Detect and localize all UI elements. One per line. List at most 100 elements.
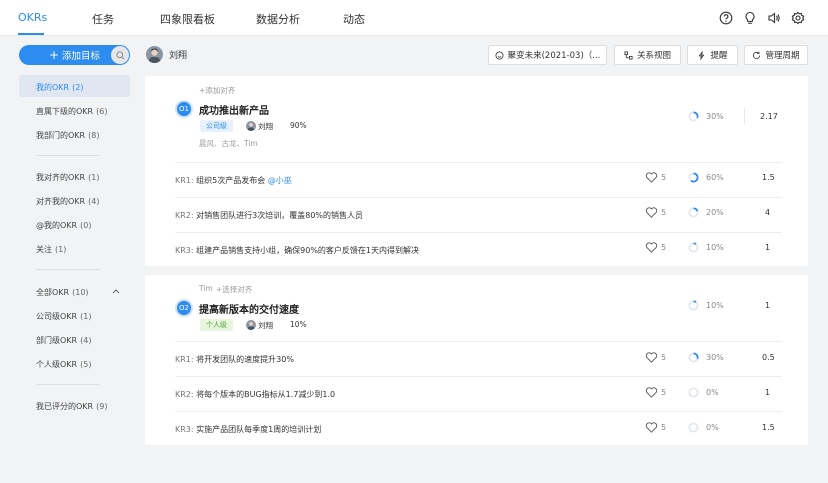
search-button[interactable] — [111, 46, 129, 64]
sidebar-item-following[interactable]: 关注 (1) — [36, 244, 66, 255]
bulb-icon[interactable] — [743, 11, 757, 25]
sidebar-item-dept-level-okr[interactable]: 部门级OKR (4) — [36, 335, 91, 346]
progress-ring — [688, 300, 699, 311]
owner-name: 刘翔 — [258, 122, 273, 131]
sidebar-divider — [36, 269, 100, 270]
add-align-link[interactable]: +添加对齐 — [199, 85, 235, 96]
like-heart-icon[interactable] — [645, 241, 658, 254]
like-count: 5 — [661, 243, 667, 252]
like-heart-icon[interactable] — [645, 171, 658, 184]
sidebar-divider — [36, 155, 100, 156]
owner-avatar — [246, 121, 256, 131]
sidebar-item-mentions[interactable]: @我的OKR (0) — [36, 220, 91, 231]
like-heart-icon[interactable] — [645, 206, 658, 219]
progress-ring — [688, 172, 699, 183]
nav-activity[interactable]: 动态 — [343, 11, 365, 27]
kr-score[interactable]: 1 — [765, 388, 770, 397]
owner-progress: 90% — [290, 121, 307, 130]
chevron-up-icon[interactable] — [112, 288, 120, 294]
kr-score[interactable]: 4 — [765, 208, 770, 217]
kr-score[interactable]: 0.5 — [762, 353, 775, 362]
objective-index-badge: O2 — [175, 299, 193, 317]
progress-ring-track — [688, 300, 699, 311]
relation-view-label: 关系视图 — [636, 51, 671, 61]
kr-progress: 20% — [706, 208, 724, 217]
avatar[interactable] — [146, 46, 163, 63]
cycle-select[interactable]: 聚变未来(2021-03)（... — [488, 45, 607, 65]
progress-ring — [688, 422, 699, 433]
kr-score[interactable]: 1.5 — [762, 173, 775, 182]
level-tag: 个人级 — [200, 319, 233, 331]
current-user: 刘翔 — [146, 46, 187, 63]
refresh-icon — [753, 51, 761, 59]
nav-tasks[interactable]: 任务 — [92, 11, 114, 27]
top-nav: OKRs 任务 四象限看板 数据分析 动态 — [0, 0, 828, 36]
kr-progress: 60% — [706, 173, 724, 182]
like-heart-icon[interactable] — [645, 351, 658, 364]
sidebar-item-all-okr[interactable]: 全部OKR (10) — [36, 287, 89, 298]
sidebar-item-aligned-by-me[interactable]: 我对齐的OKR (1) — [36, 172, 99, 183]
owner-progress: 10% — [290, 320, 307, 329]
kr-text: KR1: 组织5次产品发布会 @小巫 — [175, 176, 292, 185]
hierarchy-icon — [624, 50, 633, 60]
objective-card: +添加对齐 O1 成功推出新产品 公司级 刘翔 90% 晨风、古龙、Tim 30… — [145, 76, 808, 266]
like-heart-icon[interactable] — [645, 421, 658, 434]
progress-ring-track — [688, 422, 699, 433]
objective-title[interactable]: 提高新版本的交付速度 — [199, 301, 299, 316]
progress-ring — [688, 207, 699, 218]
sidebar-divider — [36, 384, 100, 385]
remind-label: 提醒 — [710, 51, 728, 61]
progress-ring-track — [688, 242, 699, 253]
progress-ring — [688, 387, 699, 398]
objective-index-badge: O1 — [175, 100, 193, 118]
sidebar-item-department-okr[interactable]: 我部门的OKR (8) — [36, 130, 99, 141]
divider — [744, 108, 745, 124]
kr-text: KR2: 对销售团队进行3次培训，覆盖80%的销售人员 — [175, 211, 364, 220]
kr-progress: 10% — [706, 243, 724, 252]
like-heart-icon[interactable] — [645, 386, 658, 399]
objective-score[interactable]: 2.17 — [760, 112, 778, 121]
user-name: 刘翔 — [169, 51, 188, 61]
like-count: 5 — [661, 423, 667, 432]
manage-cycle-label: 管理周期 — [765, 51, 800, 61]
plus-icon: + — [48, 48, 60, 62]
remind-button[interactable]: 提醒 — [687, 45, 738, 65]
progress-ring-track — [688, 387, 699, 398]
progress-ring — [688, 242, 699, 253]
collaborators: 晨风、古龙、Tim — [199, 139, 258, 148]
manage-cycle-button[interactable]: 管理周期 — [744, 45, 808, 65]
nav-quadrant-board[interactable]: 四象限看板 — [160, 11, 215, 27]
select-align-link[interactable]: +选择对齐 — [216, 284, 252, 295]
sidebar-item-my-okr[interactable]: 我的OKR (2) — [36, 82, 83, 93]
help-circle-icon[interactable] — [719, 11, 733, 25]
sidebar-item-subordinate-okr[interactable]: 直属下级的OKR (6) — [36, 106, 107, 117]
kr-text: KR2: 将每个版本的BUG指标从1.7减少到1.0 — [175, 390, 336, 399]
owner-avatar — [246, 320, 256, 330]
kr-score[interactable]: 1 — [765, 243, 770, 252]
sidebar-item-aligned-to-me[interactable]: 对齐我的OKR (4) — [36, 196, 99, 207]
objective-title[interactable]: 成功推出新产品 — [199, 102, 269, 117]
kr-score[interactable]: 1.5 — [762, 423, 775, 432]
nav-data-analysis[interactable]: 数据分析 — [256, 11, 300, 27]
smile-icon — [495, 50, 504, 60]
sidebar-item-personal-okr[interactable]: 个人级OKR (5) — [36, 359, 91, 370]
speaker-icon[interactable] — [767, 11, 781, 25]
kr-progress: 0% — [706, 423, 719, 432]
kr-progress: 0% — [706, 388, 719, 397]
kr-text: KR1: 将开发团队的速度提升30% — [175, 355, 294, 364]
like-count: 5 — [661, 208, 667, 217]
nav-okrs[interactable]: OKRs — [18, 11, 47, 24]
aligned-to: Tim — [199, 284, 213, 293]
sidebar-item-rated-okr[interactable]: 我已评分的OKR (9) — [36, 401, 107, 412]
nav-active-indicator — [18, 33, 44, 35]
relation-view-button[interactable]: 关系视图 — [614, 45, 681, 65]
objective-progress: 30% — [706, 112, 724, 121]
objective-progress: 10% — [706, 301, 724, 310]
gear-icon[interactable] — [791, 11, 805, 25]
sidebar-item-company-okr[interactable]: 公司级OKR (1) — [36, 311, 91, 322]
kr-text: KR3: 组建产品销售支持小组，确保90%的客户反馈在1天内得到解决 — [175, 246, 420, 255]
objective-score[interactable]: 1 — [765, 301, 770, 310]
lightning-icon — [699, 50, 705, 60]
like-count: 5 — [661, 388, 667, 397]
kr-progress: 30% — [706, 353, 724, 362]
